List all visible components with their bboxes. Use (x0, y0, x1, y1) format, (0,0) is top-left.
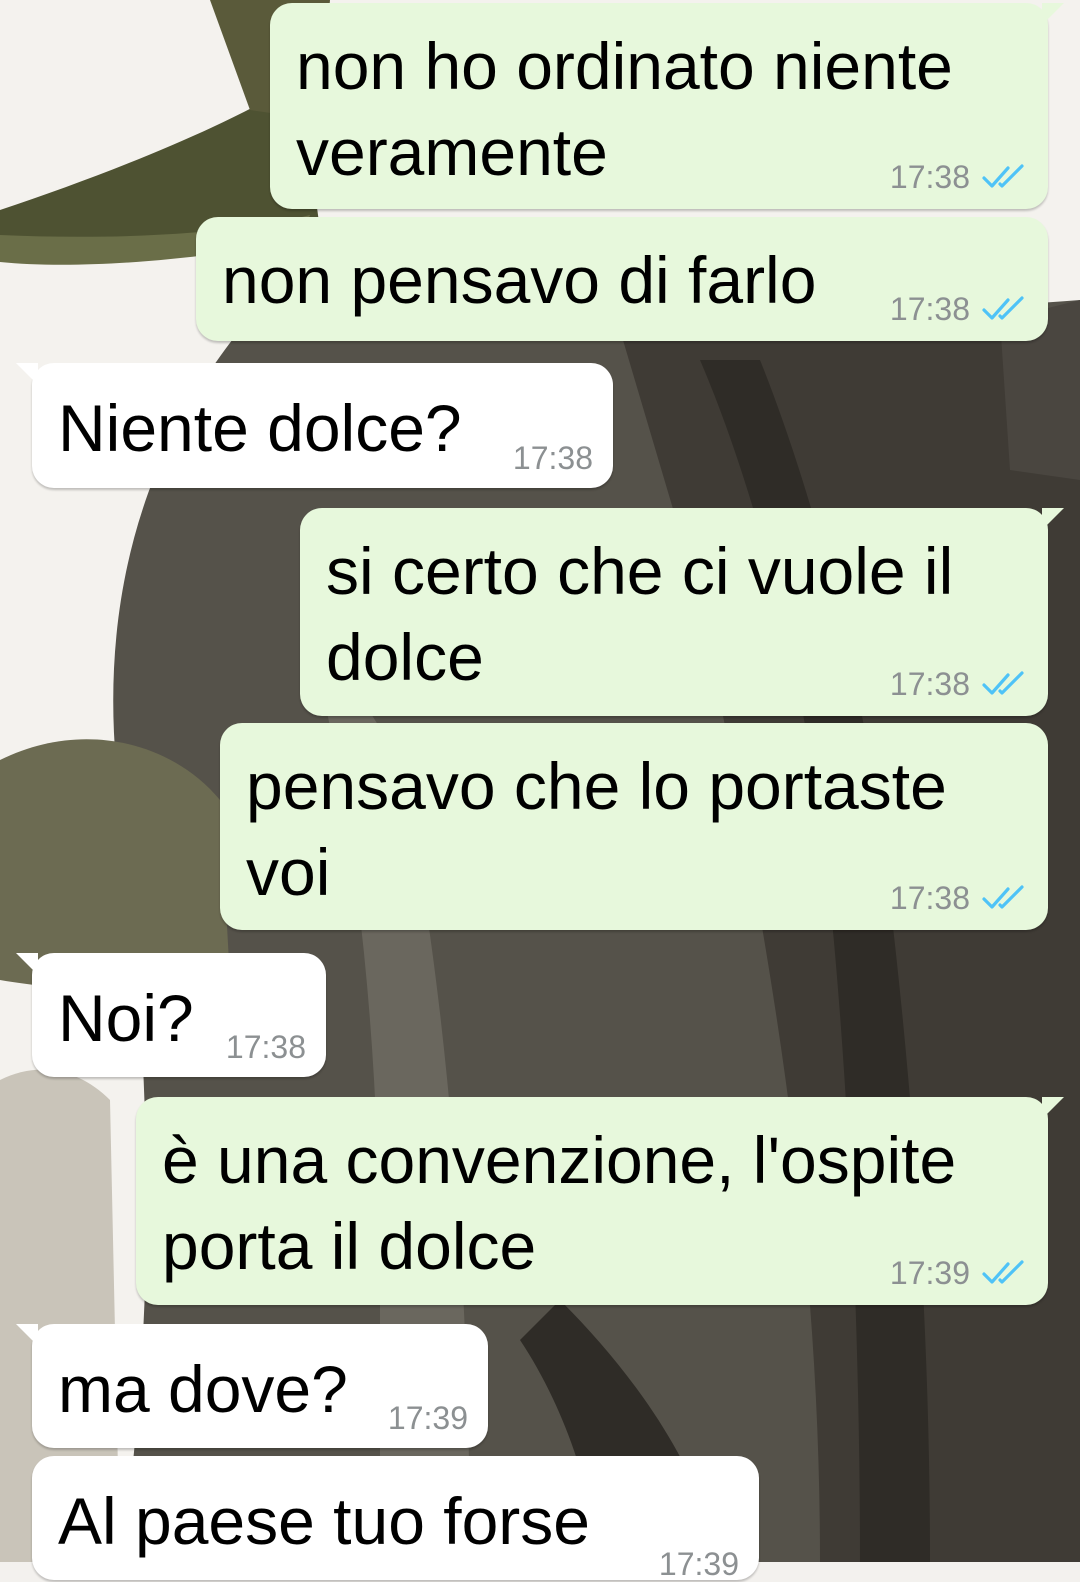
message-time: 17:38 (225, 1029, 306, 1065)
message-bubble-incoming[interactable]: Noi? 17:38 (16, 953, 326, 1077)
message-bubble-outgoing[interactable]: si certo che ci vuole il dolce 17:38 (300, 508, 1064, 716)
message-bubble-incoming[interactable]: Al paese tuo forse 17:39 (32, 1456, 759, 1582)
message-bubble-incoming[interactable]: ma dove? 17:39 (16, 1324, 488, 1448)
message-time: 17:39 (658, 1546, 739, 1582)
message-bubble-outgoing[interactable]: pensavo che lo portaste voi 17:38 (220, 723, 1048, 930)
message-bubble-incoming[interactable]: Niente dolce? 17:38 (16, 363, 613, 488)
message-meta: 17:39 (659, 1546, 739, 1582)
message-meta: 17:39 (890, 1255, 1028, 1291)
double-check-icon (982, 164, 1024, 188)
message-meta: 17:38 (513, 440, 593, 476)
message-bubble-outgoing[interactable]: non ho ordinato niente veramente 17:38 (270, 3, 1064, 209)
double-check-icon (982, 1260, 1024, 1284)
message-text: Niente dolce? (58, 391, 462, 465)
message-time: 17:39 (387, 1400, 468, 1436)
message-time: 17:38 (889, 159, 970, 195)
message-meta: 17:38 (890, 880, 1028, 916)
message-time: 17:38 (889, 666, 970, 702)
message-bubble-outgoing[interactable]: non pensavo di farlo 17:38 (196, 217, 1048, 341)
message-time: 17:39 (889, 1255, 970, 1291)
message-meta: 17:38 (226, 1029, 306, 1065)
chat-message-list: non ho ordinato niente veramente 17:38 n… (0, 0, 1080, 1582)
message-meta: 17:39 (388, 1400, 468, 1436)
message-text: Al paese tuo forse (58, 1484, 590, 1558)
message-bubble-outgoing[interactable]: è una convenzione, l'ospite porta il dol… (136, 1097, 1064, 1305)
double-check-icon (982, 671, 1024, 695)
message-time: 17:38 (889, 291, 970, 327)
message-meta: 17:38 (890, 291, 1028, 327)
message-meta: 17:38 (890, 159, 1028, 195)
double-check-icon (982, 885, 1024, 909)
message-time: 17:38 (512, 440, 593, 476)
message-meta: 17:38 (890, 666, 1028, 702)
message-time: 17:38 (889, 880, 970, 916)
double-check-icon (982, 296, 1024, 320)
